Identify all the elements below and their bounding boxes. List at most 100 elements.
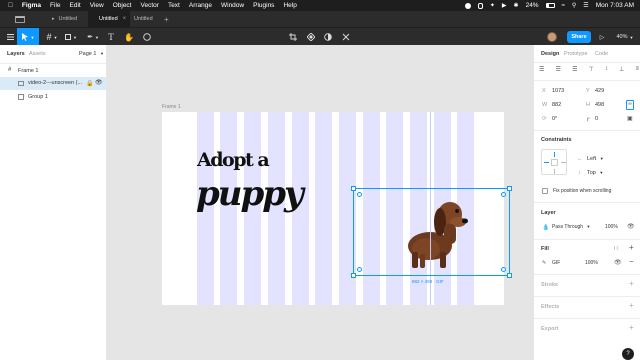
menu-file[interactable]: File [50, 2, 60, 9]
design-canvas[interactable]: Frame 1 Adopt a puppy 882 × 498 · GIF [107, 45, 533, 360]
shape-tool-button[interactable]: ▼ [63, 28, 79, 46]
rotate-handle-bl[interactable] [357, 267, 362, 272]
layer-visibility-icon[interactable]: 👁 [627, 223, 635, 230]
control-center-icon[interactable]: ☰ [583, 2, 588, 9]
crop-icon [289, 33, 297, 41]
close-tab-icon[interactable]: × [123, 16, 127, 22]
menu-window[interactable]: Window [221, 2, 244, 9]
add-effect-icon[interactable]: + [629, 301, 634, 310]
h-input[interactable]: 498 [595, 102, 604, 108]
headline-adopt[interactable]: Adopt a [197, 149, 270, 171]
menu-text[interactable]: Text [168, 2, 180, 9]
flatten-button[interactable] [340, 28, 352, 46]
spotlight-icon[interactable]: ⚲ [572, 2, 576, 9]
constrain-proportions-button[interactable]: ∞ [626, 100, 634, 110]
fill-type-label[interactable]: GIF [552, 260, 560, 266]
new-tab-button[interactable]: + [164, 11, 174, 27]
fill-styles-icon[interactable]: ∷ [614, 245, 618, 252]
align-bottom-icon[interactable]: ⊥ [619, 66, 624, 76]
align-center-h-icon[interactable]: ☰ [556, 66, 561, 76]
fill-opacity-input[interactable]: 100% [585, 260, 598, 266]
bluetooth-icon[interactable]: ✱ [514, 2, 519, 9]
horizontal-constraint-select[interactable]: Left ▼ [587, 156, 604, 162]
lock-icon[interactable]: 🔒 [86, 80, 93, 87]
main-menu-button[interactable] [4, 28, 16, 46]
independent-corners-icon[interactable]: ▣ [627, 115, 633, 122]
align-left-icon[interactable]: ☰ [539, 66, 544, 76]
help-button[interactable]: ? [622, 348, 634, 360]
layer-row-group[interactable]: Group 1 [0, 91, 107, 103]
vertical-constraint-select[interactable]: Top ▼ [587, 170, 603, 176]
fix-position-checkbox[interactable] [542, 188, 548, 194]
pen-tool-button[interactable]: ✒ ▼ [85, 28, 101, 46]
menu-vector[interactable]: Vector [141, 2, 159, 9]
play-icon[interactable]: ▶ [502, 2, 507, 9]
file-tab-1[interactable]: ▸ Untitled [52, 11, 88, 27]
share-button[interactable]: Share [567, 31, 591, 43]
blend-mode-select[interactable]: Pass Through ▼ [552, 224, 590, 230]
w-input[interactable]: 882 [552, 102, 561, 108]
frame-tool-button[interactable]: # ▼ [43, 28, 61, 46]
apple-icon[interactable]:  [8, 2, 13, 9]
figma-tray-icon[interactable] [477, 2, 483, 9]
frame-name-label[interactable]: Frame 1 [162, 104, 181, 110]
selection-box[interactable] [351, 186, 512, 278]
crop-button[interactable] [287, 28, 299, 46]
resize-handle-bl[interactable] [351, 273, 356, 278]
home-tab[interactable] [0, 11, 40, 27]
resize-handle-tr[interactable] [507, 186, 512, 191]
present-button[interactable]: ▷ [597, 28, 607, 46]
user-avatar[interactable] [545, 28, 559, 46]
add-fill-icon[interactable]: + [629, 243, 634, 252]
tab-prototype[interactable]: Prototype [564, 51, 588, 57]
menu-edit[interactable]: Edit [70, 2, 81, 9]
align-top-icon[interactable]: ⊤ [589, 66, 594, 76]
layer-row-video[interactable]: video-2---unscreen (... 🔒 👁 [0, 77, 107, 90]
menu-object[interactable]: Object [113, 2, 132, 9]
mask-button[interactable] [322, 28, 334, 46]
remove-fill-icon[interactable]: − [629, 257, 634, 266]
layer-opacity-input[interactable]: 100% [605, 224, 618, 230]
rotate-handle-br[interactable] [501, 267, 506, 272]
move-tool-button[interactable]: ▼ [17, 28, 39, 46]
file-tab-3[interactable]: Untitled [131, 11, 167, 27]
text-tool-button[interactable]: T [105, 28, 117, 46]
rotate-handle-tr[interactable] [501, 192, 506, 197]
menu-help[interactable]: Help [283, 2, 296, 9]
menu-plugins[interactable]: Plugins [253, 2, 274, 9]
battery-icon[interactable] [545, 3, 555, 8]
tab-layers[interactable]: Layers [7, 51, 25, 57]
dropbox-icon[interactable]: ✦ [490, 2, 495, 9]
menu-app-name[interactable]: Figma [22, 2, 41, 9]
tab-assets[interactable]: Assets [29, 51, 46, 57]
record-icon[interactable] [464, 2, 471, 9]
menu-arrange[interactable]: Arrange [189, 2, 212, 9]
distribute-icon[interactable]: ≡ [635, 66, 639, 76]
zoom-dropdown[interactable]: 40% ▼ [614, 28, 636, 46]
align-right-icon[interactable]: ☰ [572, 66, 577, 76]
hand-tool-button[interactable]: ✋ [123, 28, 135, 46]
comment-tool-button[interactable] [141, 28, 153, 46]
y-input[interactable]: 429 [595, 88, 604, 94]
component-button[interactable] [305, 28, 317, 46]
rotation-input[interactable]: 0° [552, 116, 557, 122]
add-stroke-icon[interactable]: + [629, 279, 634, 288]
page-selector[interactable]: Page 1 ▼ [79, 51, 104, 57]
add-export-icon[interactable]: + [629, 323, 634, 332]
file-tab-2[interactable]: Untitled × [88, 11, 130, 27]
constraints-widget[interactable] [541, 149, 567, 175]
eye-icon[interactable]: 👁 [95, 79, 103, 86]
headline-puppy[interactable]: puppy [196, 174, 304, 214]
corner-radius-input[interactable]: 0 [595, 116, 598, 122]
align-center-v-icon[interactable]: ↕ [605, 66, 608, 76]
rotate-handle-tl[interactable] [357, 192, 362, 197]
tab-code[interactable]: Code [595, 51, 608, 57]
resize-handle-br[interactable] [507, 273, 512, 278]
x-input[interactable]: 1073 [552, 88, 564, 94]
fill-visibility-icon[interactable]: 👁 [614, 259, 622, 266]
resize-handle-tl[interactable] [351, 186, 356, 191]
wifi-icon[interactable]: ≈ [562, 3, 565, 9]
tab-design[interactable]: Design [541, 51, 559, 57]
layer-row-frame[interactable]: # Frame 1 [0, 65, 107, 77]
menu-view[interactable]: View [90, 2, 104, 9]
